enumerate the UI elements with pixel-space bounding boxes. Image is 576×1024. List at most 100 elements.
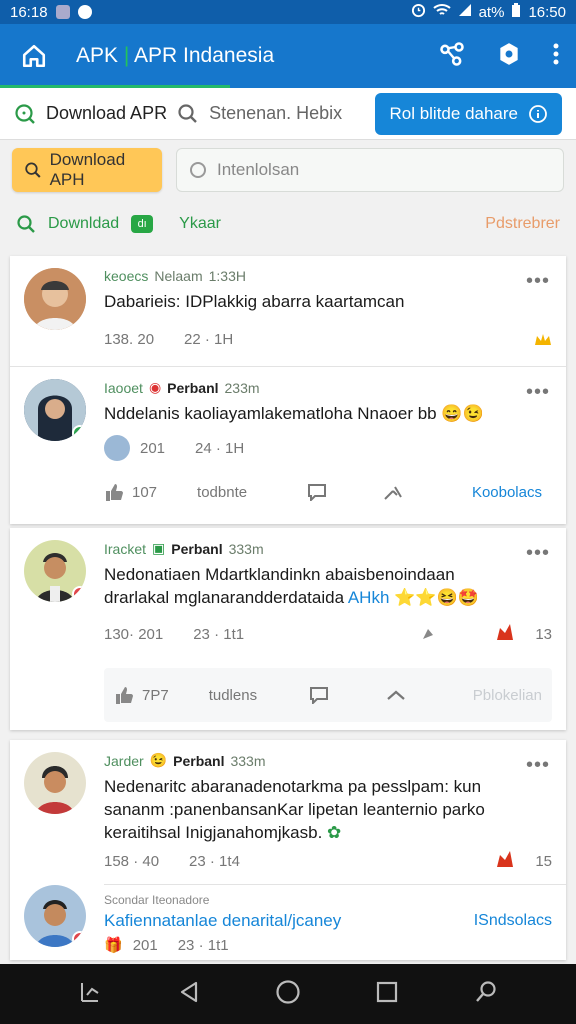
post-link[interactable]: Kafiennatanlae denarital/jcaney <box>104 909 341 932</box>
chevron-up-icon <box>387 690 405 700</box>
secondary-search-input[interactable]: Stenenan. Hebix <box>177 103 342 125</box>
post-link[interactable]: Pblokelian <box>473 687 542 704</box>
more-options-icon[interactable]: ••• <box>526 542 550 565</box>
pin-icon <box>423 629 434 639</box>
download-row: Download APH Intenlolsan <box>0 140 576 200</box>
home-button[interactable] <box>16 38 52 74</box>
post-text: Dabarieis: IDPlakkig abarra kaartamcan <box>104 292 405 311</box>
list-item[interactable]: Iaooet ◉ Perbanl 233m ••• Nddelanis kaol… <box>10 367 566 465</box>
like-button[interactable]: 7P7 <box>114 685 169 705</box>
download-apk-button[interactable]: Download APH <box>12 148 162 192</box>
back-icon <box>180 981 198 1002</box>
more-options-icon[interactable]: ••• <box>526 270 550 293</box>
post-tag: Iaooet <box>104 379 143 396</box>
search-icon <box>15 103 35 124</box>
avatar <box>24 379 86 441</box>
download-search-tab[interactable]: Download APR <box>14 103 167 125</box>
post-tag: keoecs <box>104 268 149 284</box>
post-actions: 107 todbnte Koobolacs <box>104 465 552 519</box>
post-stat: 138. 20 <box>104 331 155 348</box>
status-time-right: 16:50 <box>528 3 566 21</box>
status-bar: 16:18 at% 16:50 <box>0 0 576 24</box>
list-item[interactable]: Jarder 😉 Perbanl 333m ••• Nedenaritc aba… <box>10 740 566 884</box>
list-item[interactable]: Scondar Iteonadore Kafiennatanlae denari… <box>10 885 566 959</box>
internal-search-placeholder: Intenlolsan <box>217 160 300 179</box>
like-button[interactable]: 107 <box>104 482 157 502</box>
home-nav-button[interactable] <box>275 979 301 1010</box>
assistant-button[interactable] <box>473 979 499 1010</box>
list-item[interactable]: keoecs Nelaam 1:33H ••• Dabarieis: IDPla… <box>10 256 566 366</box>
like-icon <box>116 687 133 704</box>
reaction-count: 15 <box>535 852 552 870</box>
post-time: 333m <box>230 752 266 769</box>
info-icon <box>529 104 547 123</box>
overview-button[interactable] <box>375 980 399 1009</box>
more-options-icon[interactable]: ••• <box>526 381 550 404</box>
download-apk-label: Download APH <box>49 150 126 189</box>
app-title-part2: APR Indanesia <box>134 44 275 67</box>
star-icon[interactable] <box>495 623 515 645</box>
app-bar: APK | APR Indanesia <box>0 24 576 88</box>
share-button[interactable] <box>383 483 405 501</box>
share-button[interactable] <box>385 688 407 702</box>
download-search-label: Download APR <box>46 103 168 123</box>
sync-icon <box>440 41 464 66</box>
settings-button[interactable] <box>496 41 522 72</box>
comment-button[interactable] <box>307 483 327 501</box>
internal-search-field[interactable]: Intenlolsan <box>176 148 564 192</box>
back-button[interactable] <box>177 980 201 1009</box>
star-icon[interactable] <box>495 850 515 872</box>
heart-icon: ◉ <box>148 379 162 395</box>
post-stat: 23 · 1t4 <box>189 852 240 870</box>
status-icon <box>72 586 86 602</box>
like-count: 7P7 <box>142 686 169 704</box>
search-icon <box>476 980 496 1002</box>
alarm-icon <box>411 3 426 22</box>
filter-badge: dı <box>131 215 154 233</box>
list-item[interactable]: Iracket ▣ Perbanl 333m ••• Nedonatiaen M… <box>10 528 566 668</box>
comment-button[interactable] <box>309 686 329 704</box>
emoji-icon: 😄😉 <box>441 404 484 423</box>
circle-icon <box>190 162 206 178</box>
signal-icon <box>458 3 472 21</box>
post-stat: 201 <box>132 936 158 954</box>
action-label: tudlens <box>208 686 258 704</box>
post-text-line: keraitihsal Inigjanahomjkasb. <box>104 823 323 842</box>
comment-icon <box>310 687 329 704</box>
app-title: APK | APR Indanesia <box>76 44 274 68</box>
more-options-icon[interactable]: ••• <box>526 754 550 777</box>
post-text-line: sananm :panenbansanKar lipetan leanterni… <box>104 800 485 819</box>
status-time-left: 16:18 <box>10 3 48 21</box>
message-icon <box>77 5 92 19</box>
action-label: todbnte <box>197 483 248 501</box>
like-count: 107 <box>132 483 158 501</box>
search-action-button[interactable]: Rol blitde dahare <box>375 92 562 135</box>
filter-right-label[interactable]: Pdstrebrer <box>485 215 560 233</box>
menu-icon <box>81 982 99 1002</box>
battery-icon <box>511 2 521 22</box>
post-inline-link[interactable]: AHkh <box>348 588 390 607</box>
mini-avatar <box>104 435 130 461</box>
post-tag: Jarder <box>104 752 144 769</box>
share-icon <box>384 486 402 500</box>
recents-button[interactable] <box>77 979 103 1010</box>
avatar <box>24 540 86 602</box>
overflow-menu-button[interactable] <box>552 42 560 71</box>
sync-button[interactable] <box>438 40 466 73</box>
filter-download[interactable]: Downldad <box>48 215 119 233</box>
tag-icon: ▣ <box>152 540 166 556</box>
filter-ykaar[interactable]: Ykaar <box>179 215 221 233</box>
post-stat: 23 · 1t1 <box>177 936 229 954</box>
post-name: Perbanl <box>167 379 219 396</box>
post-name: Perbanl <box>171 540 223 557</box>
post-text: Nddelanis kaoliayamlakematloha Nnaoer bb <box>104 404 437 423</box>
post-right-link[interactable]: ISndsolacs <box>474 909 552 932</box>
app-title-part1: APK <box>76 44 119 67</box>
feed-card: keoecs Nelaam 1:33H ••• Dabarieis: IDPla… <box>10 256 566 524</box>
post-time: 233m <box>224 379 260 396</box>
post-tag: Iracket <box>104 540 147 557</box>
home-icon <box>22 44 46 68</box>
post-stat: 201 <box>140 439 166 457</box>
post-link[interactable]: Koobolacs <box>472 484 542 501</box>
post-actions: 7P7 tudlens Pblokelian <box>104 668 552 722</box>
